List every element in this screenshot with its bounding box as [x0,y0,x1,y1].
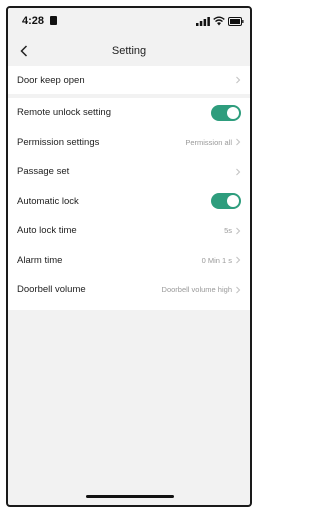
home-indicator[interactable] [86,495,174,498]
row-doorbell-volume[interactable]: Doorbell volume Doorbell volume high [8,275,250,305]
chevron-right-icon [236,256,241,264]
chevron-right-icon [236,227,241,235]
settings-group-door: Door keep open [8,66,250,94]
row-door-keep-open[interactable]: Door keep open [8,66,250,94]
row-label: Door keep open [17,74,85,86]
status-bar: 4:28 [8,8,250,36]
row-value: 5s [224,226,232,236]
row-value: 0 Min 1 s [201,255,232,265]
row-label: Doorbell volume [17,284,86,296]
row-passage-set[interactable]: Passage set [8,157,250,187]
chevron-right-icon [236,286,241,294]
row-label: Automatic lock [17,195,79,207]
row-value: Doorbell volume high [161,285,232,295]
row-auto-lock-time[interactable]: Auto lock time 5s [8,216,250,246]
phone-screen: 4:28 Setting Door keep open Remote unloc… [6,6,252,507]
battery-icon [228,17,244,26]
settings-group-lock: Remote unlock setting Permission setting… [8,98,250,310]
automatic-lock-toggle[interactable] [211,193,241,210]
chevron-right-icon [236,168,241,176]
chevron-right-icon [236,76,241,84]
row-label: Passage set [17,166,70,178]
row-value: Permission all [185,137,232,147]
page-title: Setting [111,45,147,57]
row-label: Remote unlock setting [17,107,111,119]
toggle-knob [227,195,239,208]
status-time: 4:28 [22,15,45,27]
wifi-icon [213,16,225,26]
row-alarm-time[interactable]: Alarm time 0 Min 1 s [8,246,250,276]
row-permission-settings[interactable]: Permission settings Permission all [8,128,250,158]
navigation-bar: Setting [8,36,250,66]
lock-icon [50,16,57,25]
remote-unlock-toggle[interactable] [211,104,241,121]
row-label: Permission settings [17,136,100,148]
row-automatic-lock: Automatic lock [8,187,250,217]
row-label: Alarm time [17,254,63,266]
chevron-right-icon [236,138,241,146]
cellular-signal-icon [196,17,210,26]
toggle-knob [227,106,239,119]
row-label: Auto lock time [17,225,77,237]
row-remote-unlock-setting: Remote unlock setting [8,98,250,128]
